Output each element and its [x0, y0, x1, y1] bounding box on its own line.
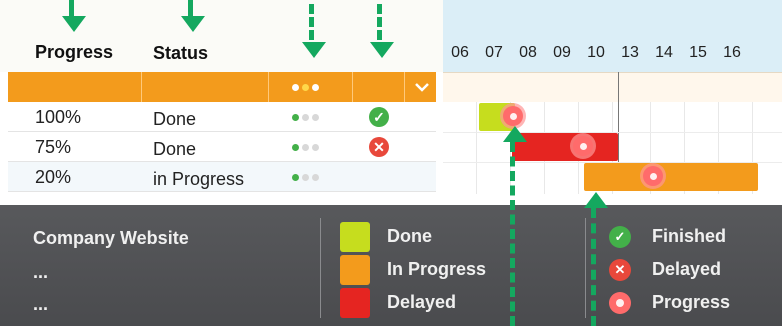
gantt-bar-delayed[interactable]	[512, 133, 618, 161]
timeline-filter-row	[443, 72, 782, 102]
priority-dots	[292, 144, 319, 151]
column-header-progress[interactable]: Progress	[35, 42, 113, 63]
status-value: Done	[153, 109, 197, 129]
chevron-down-icon[interactable]	[412, 78, 432, 96]
status-value: Done	[153, 139, 197, 159]
day-label: 08	[519, 44, 537, 61]
arrow-up-icon	[584, 192, 608, 208]
legend-label: Progress	[652, 292, 731, 312]
project-title: Company Website	[33, 228, 189, 248]
dot-icon	[302, 84, 309, 91]
gantt-bar-in-progress[interactable]	[584, 163, 758, 191]
legend-label: Delayed	[387, 292, 457, 312]
annotation-dash	[591, 208, 596, 326]
divider	[141, 72, 142, 102]
legend-label: Done	[387, 226, 432, 246]
arrow-down-icon	[302, 42, 326, 58]
day-label: 06	[451, 44, 469, 61]
divider	[8, 192, 436, 194]
progress-value: 100%	[35, 107, 82, 127]
progress-marker-icon[interactable]	[643, 166, 663, 186]
day-label: 13	[621, 44, 639, 61]
legend-swatch-in-progress	[340, 255, 370, 285]
arrow-down-icon	[62, 16, 86, 32]
x-icon: ✕	[609, 259, 631, 281]
divider	[585, 218, 586, 318]
dot-icon	[312, 84, 319, 91]
status-value: in Progress	[153, 169, 245, 189]
legend-swatch-delayed	[340, 288, 370, 318]
day-label: 14	[655, 44, 673, 61]
arrow-down-icon	[181, 16, 205, 32]
progress-marker-icon[interactable]	[573, 136, 593, 156]
column-header-status[interactable]: Status	[153, 43, 208, 64]
progress-value: 75%	[35, 137, 72, 157]
day-label: 07	[485, 44, 503, 61]
progress-dot-icon	[609, 292, 631, 314]
annotation-dash	[309, 4, 314, 40]
divider	[404, 72, 405, 102]
day-label: 16	[723, 44, 741, 61]
legend-label: Finished	[652, 226, 727, 246]
legend-label: In Progress	[387, 259, 487, 279]
check-icon: ✓	[369, 107, 389, 127]
annotation-dash	[377, 4, 382, 40]
annotation-dash	[188, 0, 193, 16]
filter-row	[8, 72, 436, 102]
annotation-dash	[510, 142, 515, 326]
week-separator	[618, 72, 619, 162]
arrow-up-icon	[503, 126, 527, 142]
arrow-down-icon	[370, 42, 394, 58]
progress-marker-icon[interactable]	[503, 106, 523, 126]
legend-swatch-done	[340, 222, 370, 252]
day-label: 10	[587, 44, 605, 61]
divider	[268, 72, 269, 102]
x-icon: ✕	[369, 137, 389, 157]
dot-icon	[292, 84, 299, 91]
annotation-dash	[69, 0, 74, 16]
placeholder-text: ...	[33, 294, 49, 314]
priority-dots	[292, 174, 319, 181]
timeline-days: 06 07 08 09 10 13 14 15 16	[445, 44, 747, 62]
legend-label: Delayed	[652, 259, 722, 279]
divider	[352, 72, 353, 102]
day-label: 09	[553, 44, 571, 61]
priority-dots	[292, 114, 319, 121]
divider	[320, 218, 321, 318]
day-label: 15	[689, 44, 707, 61]
check-icon: ✓	[609, 226, 631, 248]
priority-filter[interactable]	[292, 84, 319, 91]
placeholder-text: ...	[33, 262, 49, 282]
progress-value: 20%	[35, 167, 72, 187]
